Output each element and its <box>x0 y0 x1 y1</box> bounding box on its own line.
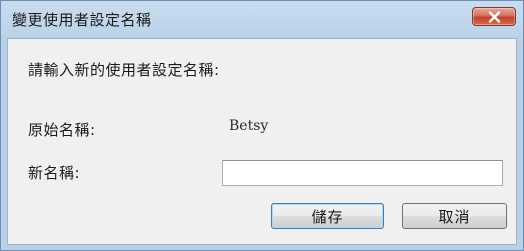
cancel-button[interactable]: 取消 <box>402 203 507 229</box>
dialog-title: 變更使用者設定名稱 <box>12 11 152 29</box>
original-name-value: Betsy <box>229 118 269 134</box>
title-bar[interactable]: 變更使用者設定名稱 <box>1 1 523 39</box>
save-button[interactable]: 儲存 <box>271 203 384 229</box>
new-name-label: 新名稱: <box>28 164 81 182</box>
close-button[interactable] <box>472 7 516 26</box>
close-icon <box>488 11 501 23</box>
original-name-field: Betsy <box>221 111 504 141</box>
original-name-label: 原始名稱: <box>28 121 96 139</box>
instruction-text: 請輸入新的使用者設定名稱: <box>28 61 220 79</box>
new-name-input[interactable] <box>222 160 503 186</box>
rename-profile-dialog: 變更使用者設定名稱 請輸入新的使用者設定名稱: 原始名稱: Betsy 新名稱:… <box>0 0 524 251</box>
dialog-body: 請輸入新的使用者設定名稱: 原始名稱: Betsy 新名稱: 儲存 取消 <box>7 38 517 245</box>
